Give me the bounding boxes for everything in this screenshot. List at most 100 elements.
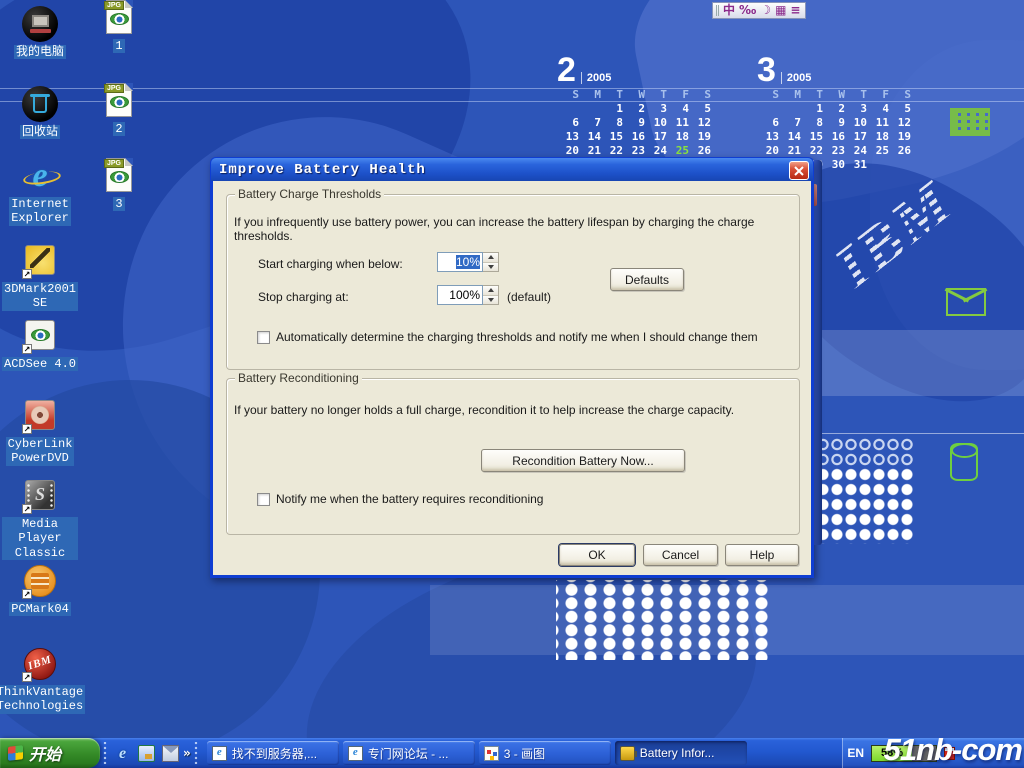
calendar-day-header: M (779, 88, 801, 102)
calendar-day: 4 (867, 102, 889, 116)
chinese-mode-icon[interactable]: 中 (723, 3, 735, 18)
t-paint-icon (484, 746, 499, 761)
calendar-month: 3 (757, 55, 776, 86)
wallpaper-dot-grid (816, 467, 915, 544)
wallpaper-dot-grid (556, 580, 772, 660)
wallpaper-dot-grid (816, 437, 915, 467)
quick-launch-chevron-icon[interactable]: » (183, 746, 191, 760)
pcmark04-icon: ↗ (22, 563, 58, 599)
desktop-icon-label: 我的电脑 (14, 45, 66, 59)
shortcut-arrow-icon: ↗ (22, 589, 32, 599)
stop-threshold-input[interactable]: 100% (437, 285, 483, 305)
calendar-day: 13 (757, 130, 779, 144)
mail-icon[interactable] (162, 745, 179, 762)
stop-spin-down-icon[interactable] (483, 296, 498, 305)
improve-battery-health-dialog: Improve Battery Health Battery Charge Th… (210, 157, 814, 578)
desktop-icon-my-computer[interactable]: 我的电脑 (2, 6, 78, 59)
calendar-day: 2 (823, 102, 845, 116)
desktop-icon-label: Media Player Classic (2, 517, 78, 560)
checkbox-icon[interactable] (257, 331, 270, 344)
shortcut-arrow-icon: ↗ (22, 504, 32, 514)
calendar-day-header: S (689, 88, 711, 102)
calendar-day: 3 (645, 102, 667, 116)
calendar-day: 15 (601, 130, 623, 144)
close-button[interactable] (789, 161, 809, 180)
calendar-day: 20 (757, 144, 779, 158)
desktop-icon-jpg-file-2[interactable]: JPG2 (81, 83, 157, 136)
calendar-day: 23 (823, 144, 845, 158)
close-icon (794, 166, 804, 176)
calendar-day: 22 (801, 144, 823, 158)
desktop-icon-recycle-bin[interactable]: 回收站 (2, 86, 78, 139)
ibm-logo: IBM (822, 168, 968, 304)
desktop-icon-label: PCMark04 (9, 602, 71, 616)
start-spin-up-icon[interactable] (483, 253, 498, 263)
punctuation-icon[interactable]: ☽ (760, 3, 771, 18)
auto-determine-checkbox[interactable]: Automatically determine the charging thr… (257, 330, 777, 344)
calendar-day: 31 (845, 158, 867, 172)
taskbar-button[interactable]: 找不到服务器,... (207, 741, 339, 765)
tray-icon[interactable] (944, 747, 955, 760)
tray-battery-meter[interactable]: 58% (871, 745, 937, 762)
calendar-day: 26 (689, 144, 711, 158)
windows-flag-icon (8, 745, 23, 761)
ime-toolbar[interactable]: 中 ‰ ☽ ▦ ≡ (712, 2, 806, 19)
stop-threshold-spinbox[interactable]: 100% (437, 285, 499, 305)
calendar-day: 1 (601, 102, 623, 116)
cancel-button[interactable]: Cancel (643, 544, 718, 566)
desktop-icon-powerdvd[interactable]: ↗CyberLink PowerDVD (2, 398, 78, 466)
internet-explorer-icon[interactable]: e (114, 745, 131, 762)
shortcut-arrow-icon: ↗ (22, 344, 32, 354)
ime-menu-icon[interactable]: ≡ (790, 3, 800, 18)
desktop-icon-label: 3 (113, 197, 124, 211)
start-button[interactable]: 开始 (0, 738, 100, 768)
dialog-titlebar[interactable]: Improve Battery Health (210, 157, 814, 181)
shortcut-arrow-icon: ↗ (22, 269, 32, 279)
desktop-icon-jpg-file-1[interactable]: JPG1 (81, 0, 157, 53)
jpg-file-icon: JPG (104, 158, 134, 194)
taskbar-button[interactable]: 专门网论坛 - ... (343, 741, 475, 765)
taskbar-button[interactable]: 3 - 画图 (479, 741, 611, 765)
desktop-icon-3dmark2001[interactable]: ↗ 3DMark2001 SE (2, 243, 78, 311)
ok-button[interactable]: OK (559, 544, 635, 566)
desktop-icon-acdsee[interactable]: ↗ACDSee 4.0 (2, 318, 78, 371)
desktop-icon-thinkvantage[interactable]: IBM↗ThinkVantage Technologies (2, 646, 78, 714)
checkbox-icon[interactable] (257, 493, 270, 506)
taskbar-button[interactable]: Battery Infor... (615, 741, 747, 765)
desktop-icon-jpg-file-3[interactable]: JPG 3 (81, 158, 157, 211)
show-desktop-icon[interactable] (138, 745, 155, 762)
language-indicator[interactable]: EN (847, 746, 864, 760)
recondition-battery-button[interactable]: Recondition Battery Now... (481, 449, 685, 472)
desktop-icon-label: 3DMark2001 SE (2, 282, 78, 311)
fullwidth-icon[interactable]: ‰ (739, 3, 756, 18)
group-legend: Battery Reconditioning (235, 371, 362, 385)
stop-spin-up-icon[interactable] (483, 286, 498, 296)
calendar-day: 8 (801, 116, 823, 130)
desktop-icon-internet-explorer[interactable]: eInternet Explorer (2, 158, 78, 226)
desktop-icon-pcmark04[interactable]: ↗ PCMark04 (2, 563, 78, 616)
taskbar-button-label: 专门网论坛 - ... (368, 745, 449, 762)
ime-grip-icon[interactable] (716, 5, 719, 16)
acdsee-icon: ↗ (22, 318, 58, 354)
t-ie-page-icon (212, 746, 227, 761)
calendar-day (889, 158, 911, 172)
start-threshold-spinbox[interactable]: 10% (437, 252, 499, 272)
calendar-day: 12 (889, 116, 911, 130)
start-threshold-input[interactable]: 10% (437, 252, 483, 272)
calendar-day: 14 (579, 130, 601, 144)
thinkvantage-icon: IBM↗ (22, 646, 58, 682)
calendar-day: 26 (889, 144, 911, 158)
start-spin-down-icon[interactable] (483, 263, 498, 272)
calendar-day (757, 102, 779, 116)
calendar-day: 5 (689, 102, 711, 116)
defaults-button[interactable]: Defaults (610, 268, 684, 291)
notify-reconditioning-checkbox[interactable]: Notify me when the battery requires reco… (257, 492, 777, 506)
calendar-day: 15 (801, 130, 823, 144)
dialog-title: Improve Battery Health (219, 162, 426, 178)
database-cylinder-icon (950, 443, 978, 481)
battery-percent: 58% (872, 746, 912, 761)
calendar-day: 8 (601, 116, 623, 130)
desktop-icon-media-player-classic[interactable]: S↗Media Player Classic (2, 478, 78, 560)
soft-keyboard-icon[interactable]: ▦ (775, 3, 786, 18)
help-button[interactable]: Help (725, 544, 799, 566)
